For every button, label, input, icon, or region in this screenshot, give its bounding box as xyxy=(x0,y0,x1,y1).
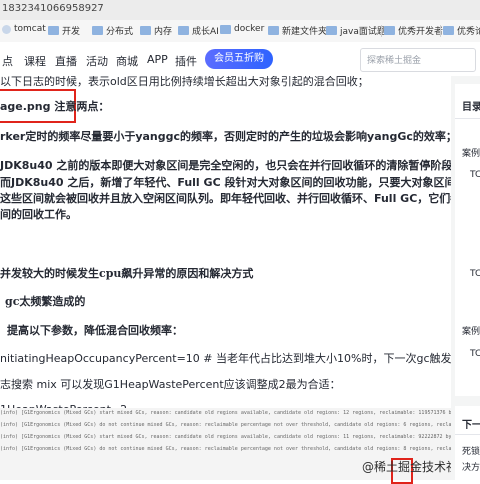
folder-icon xyxy=(220,24,231,34)
paragraph-line: 间的回收工作。 xyxy=(0,208,77,221)
bookmark-separator xyxy=(440,25,441,37)
bookmark-folder[interactable]: 分布式 xyxy=(92,24,133,37)
paragraph-line: 而JDK8u40 之后，新增了年轻代、Full GC 段针对大对象区间的回收功能… xyxy=(0,176,451,189)
bookmarks-bar: tomcat 开发 分布式 内存 成长AI docker 新建文件夹 java面… xyxy=(0,20,480,43)
toc-item[interactable]: 案例 xyxy=(462,324,480,337)
log-line: (info) [G1Ergonomics (Mixed GCs) start m… xyxy=(0,434,451,440)
bookmark-folder[interactable]: 内存 xyxy=(140,24,172,37)
search-input[interactable]: 探索稀土掘金 xyxy=(360,48,476,72)
folder-icon xyxy=(268,26,279,35)
url-text[interactable]: 1832341066958927 xyxy=(2,3,104,14)
next-divider xyxy=(455,434,480,435)
folder-icon xyxy=(443,26,454,35)
toc-item[interactable]: TC xyxy=(470,170,480,180)
bookmark-folder[interactable]: java面试题 xyxy=(326,24,386,37)
log-line: (info) [G1Ergonomics (Mixed GCs) do not … xyxy=(0,422,451,428)
bookmark-separator xyxy=(381,25,382,37)
bookmark-folder[interactable]: docker xyxy=(220,24,264,34)
folder-icon xyxy=(48,26,59,35)
section-heading: 并发较大的时候发生cpu飙升异常的原因和解决方式 xyxy=(0,267,254,280)
toc-card: 目录 案例 TC TC 案例 TC xyxy=(455,84,480,396)
log-line: (info) [G1Ergonomics (Mixed GCs) start m… xyxy=(0,410,451,416)
nav-item-activity[interactable]: 活动 xyxy=(86,53,108,69)
nav-item-app[interactable]: APP xyxy=(147,53,168,66)
nav-item-courses[interactable]: 课程 xyxy=(24,53,46,69)
next-article-link[interactable]: 死锁 xyxy=(462,444,480,457)
folder-icon xyxy=(92,26,103,35)
nav-item-mall[interactable]: 商城 xyxy=(116,53,138,69)
bookmark-item[interactable]: tomcat xyxy=(2,24,46,34)
bookmark-folder[interactable]: 新建文件夹 xyxy=(268,24,327,37)
search-placeholder: 探索稀土掘金 xyxy=(367,56,422,66)
folder-icon xyxy=(140,26,151,35)
paragraph-line: rker定时的频率尽量要小于yanggc的频率，否则定时的产生的垃圾会影响yan… xyxy=(0,130,451,143)
bookmark-folder[interactable]: 优秀论文 xyxy=(443,24,480,37)
bookmark-folder[interactable]: 成长AI xyxy=(178,24,219,37)
folder-icon xyxy=(326,26,337,35)
toc-item[interactable]: 案例 xyxy=(462,146,480,159)
next-article-link[interactable]: 决方 xyxy=(462,460,480,473)
image-note: age.png 注意两点： xyxy=(0,100,110,113)
paragraph-line: JDK8u40 之前的版本即便大对象区间是完全空闲的，也只会在并行回收循环的清除… xyxy=(0,159,451,172)
toc-title: 目录 xyxy=(462,102,480,113)
nav-item[interactable]: 点 xyxy=(2,53,13,69)
globe-icon xyxy=(2,24,11,34)
log-line: (info) [G1Ergonomics (Mixed GCs) do not … xyxy=(0,446,451,452)
bookmark-folder[interactable]: 开发 xyxy=(48,24,80,37)
toc-item[interactable]: TC xyxy=(470,349,480,359)
bookmark-folder[interactable]: 优秀开发者 xyxy=(384,24,443,37)
paragraph-line: 以下日志的时候，表示old区日用比例持续增长超出大对象引起的混合回收； xyxy=(0,76,369,88)
paragraph-line: 提高以下参数，降低混合回收频率： xyxy=(7,324,183,337)
toc-divider xyxy=(455,118,480,119)
folder-icon xyxy=(178,26,189,35)
vip-promo-button[interactable]: 会员五折购 xyxy=(205,49,273,69)
paragraph-line: 这些区间就会被回收并且放入空闲区间队列。即年轻代回收、并行回收循环、Full G… xyxy=(0,192,451,205)
folder-icon xyxy=(384,26,395,35)
right-sidebar: 目录 案例 TC TC 案例 TC 下一 死锁 决方 xyxy=(451,76,480,480)
nav-item-plugins[interactable]: 插件 xyxy=(175,53,197,69)
paragraph-line: 志搜索 mix 可以发现G1HeapWastePercent应该调整成2最为合适… xyxy=(0,378,341,391)
toc-item[interactable]: TC xyxy=(470,269,480,279)
next-article-card: 下一 死锁 决方 xyxy=(455,406,480,480)
code-line: nitiatingHeapOccupancyPercent=10 # 当老年代占… xyxy=(0,352,451,365)
browser-url-bar[interactable]: 1832341066958927 xyxy=(0,0,480,21)
subsection-heading: gc太频繁造成的 xyxy=(5,295,86,308)
site-header: 点 课程 直播 活动 商城 APP 插件 会员五折购 探索稀土掘金 xyxy=(0,42,480,77)
next-title: 下一 xyxy=(462,420,480,431)
nav-item-live[interactable]: 直播 xyxy=(55,53,77,69)
